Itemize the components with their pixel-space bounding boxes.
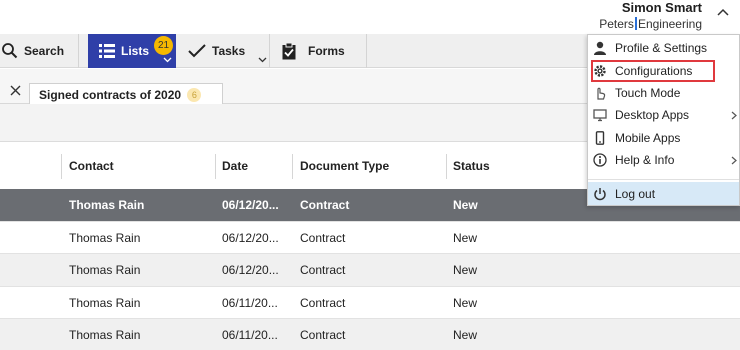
cell-document-type: Contract bbox=[300, 263, 346, 278]
cell-date: 06/12/20... bbox=[222, 230, 279, 245]
lists-button[interactable]: Lists 21 bbox=[88, 34, 176, 68]
cell-contact: Thomas Rain bbox=[69, 295, 141, 310]
user-company: Peters Engineering bbox=[599, 16, 702, 32]
chevron-down-icon[interactable] bbox=[163, 57, 172, 63]
checkmark-icon bbox=[188, 44, 206, 58]
cell-contact: Thomas Rain bbox=[69, 263, 141, 278]
menu-item-mobile-apps[interactable]: Mobile Apps bbox=[588, 127, 740, 149]
company-name-part2: Engineering bbox=[637, 17, 702, 31]
tab-signed-contracts[interactable]: Signed contracts of 2020 6 bbox=[29, 83, 223, 104]
forms-label: Forms bbox=[308, 44, 345, 58]
cell-status: New bbox=[453, 198, 478, 212]
search-label: Search bbox=[24, 44, 65, 58]
tab-count-badge: 6 bbox=[187, 88, 202, 102]
menu-item-label: Touch Mode bbox=[615, 86, 681, 100]
cell-document-type: Contract bbox=[300, 295, 346, 310]
toolbar-divider bbox=[366, 34, 367, 68]
user-name: Simon Smart bbox=[621, 0, 702, 15]
cell-document-type: Contract bbox=[300, 328, 346, 343]
menu-divider bbox=[588, 179, 739, 180]
cell-date: 06/11/20... bbox=[222, 295, 278, 310]
search-icon bbox=[2, 43, 18, 59]
table-row[interactable]: Thomas Rain 06/11/20... Contract New bbox=[0, 286, 740, 320]
menu-item-configurations[interactable]: Configurations bbox=[591, 60, 715, 82]
cell-document-type: Contract bbox=[300, 198, 350, 212]
menu-item-label: Desktop Apps bbox=[615, 108, 690, 122]
menu-item-label: Help & Info bbox=[615, 153, 675, 167]
text-cursor bbox=[634, 17, 637, 30]
menu-item-label: Profile & Settings bbox=[615, 41, 708, 55]
user-menu: Profile & Settings Configurations Touch … bbox=[587, 34, 740, 206]
table-row[interactable]: Thomas Rain 06/11/20... Contract New bbox=[0, 319, 740, 350]
column-header-document-type[interactable]: Document Type bbox=[300, 143, 389, 189]
close-icon[interactable] bbox=[10, 85, 21, 96]
cell-status: New bbox=[453, 263, 478, 278]
search-button[interactable]: Search bbox=[0, 34, 78, 68]
cell-contact: Thomas Rain bbox=[69, 328, 141, 343]
column-header-date[interactable]: Date bbox=[222, 143, 248, 189]
menu-item-profile-settings[interactable]: Profile & Settings bbox=[588, 37, 740, 59]
column-header-contact[interactable]: Contact bbox=[69, 143, 114, 189]
cell-status: New bbox=[453, 230, 478, 245]
chevron-right-icon bbox=[731, 156, 737, 164]
clipboard-check-icon bbox=[282, 42, 296, 59]
info-icon bbox=[593, 153, 607, 167]
company-name-part1: Peters bbox=[599, 17, 634, 31]
chevron-down-icon[interactable] bbox=[258, 57, 267, 63]
chevron-right-icon bbox=[731, 111, 737, 119]
column-divider bbox=[215, 154, 216, 179]
cell-date: 06/12/20... bbox=[222, 198, 279, 212]
menu-item-label: Configurations bbox=[615, 64, 693, 78]
cell-status: New bbox=[453, 328, 478, 343]
table-row[interactable]: Thomas Rain 06/12/20... Contract New bbox=[0, 254, 740, 287]
lists-label: Lists bbox=[121, 44, 150, 58]
cell-date: 06/11/20... bbox=[222, 328, 278, 343]
menu-item-desktop-apps[interactable]: Desktop Apps bbox=[588, 104, 740, 126]
menu-item-label: Mobile Apps bbox=[615, 131, 681, 145]
user-block[interactable]: Simon Smart Peters Engineering bbox=[599, 1, 702, 32]
user-icon bbox=[594, 41, 606, 55]
list-icon bbox=[99, 44, 115, 58]
cell-document-type: Contract bbox=[300, 230, 346, 245]
cell-contact: Thomas Rain bbox=[69, 198, 145, 212]
column-divider bbox=[446, 154, 447, 179]
cell-status: New bbox=[453, 295, 478, 310]
top-header: Simon Smart Peters Engineering bbox=[0, 0, 740, 34]
toolbar-divider bbox=[78, 34, 79, 68]
menu-item-touch-mode[interactable]: Touch Mode bbox=[588, 82, 740, 104]
table-body: Thomas Rain 06/12/20... Contract New Tho… bbox=[0, 189, 740, 350]
touch-icon bbox=[597, 87, 606, 100]
forms-button[interactable]: Forms bbox=[282, 34, 366, 68]
tasks-button[interactable]: Tasks bbox=[186, 34, 268, 68]
toolbar-divider bbox=[269, 34, 270, 68]
lists-count-badge: 21 bbox=[154, 36, 173, 55]
monitor-icon bbox=[593, 109, 607, 122]
cell-date: 06/12/20... bbox=[222, 263, 279, 278]
tab-label: Signed contracts of 2020 bbox=[39, 88, 182, 102]
menu-item-help-info[interactable]: Help & Info bbox=[588, 149, 740, 171]
menu-item-log-out[interactable]: Log out bbox=[588, 182, 739, 205]
log-out-label: Log out bbox=[615, 186, 656, 201]
cell-contact: Thomas Rain bbox=[69, 230, 141, 245]
column-divider bbox=[61, 154, 62, 179]
mobile-icon bbox=[595, 131, 605, 145]
gear-icon bbox=[594, 65, 606, 77]
column-header-status[interactable]: Status bbox=[453, 143, 490, 189]
column-divider bbox=[292, 154, 293, 179]
chevron-up-icon[interactable] bbox=[716, 6, 730, 20]
table-row[interactable]: Thomas Rain 06/12/20... Contract New bbox=[0, 221, 740, 255]
power-icon bbox=[594, 187, 606, 200]
tasks-label: Tasks bbox=[212, 44, 246, 58]
